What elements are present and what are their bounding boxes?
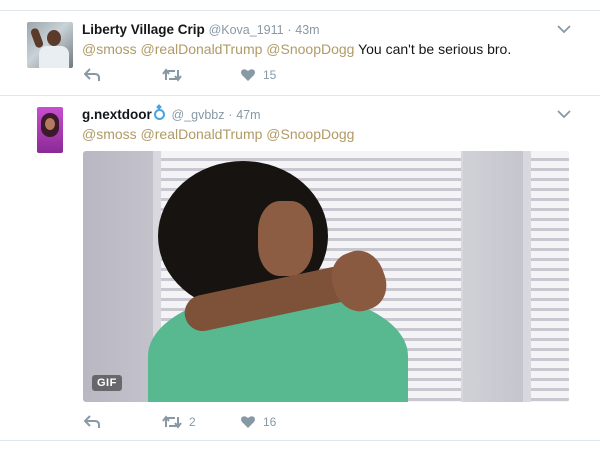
gif-media[interactable]: GIF (83, 151, 569, 402)
retweet-button[interactable]: 2 (162, 415, 196, 429)
user-handle[interactable]: @_gvbbz (172, 108, 225, 122)
action-bar: 2 16 (84, 415, 384, 431)
gif-badge: GIF (92, 375, 122, 391)
retweet-count: 2 (189, 415, 196, 429)
person-face (258, 201, 313, 276)
like-icon (240, 415, 256, 429)
display-name[interactable]: g.nextdoor (82, 107, 152, 122)
tweet-2[interactable]: g.nextdoor @_gvbbz · 47m @smoss @realDon… (0, 0, 600, 440)
bottom-divider (0, 440, 600, 441)
like-button[interactable]: 16 (240, 415, 276, 429)
like-count: 16 (263, 415, 277, 429)
timestamp[interactable]: 47m (236, 108, 260, 122)
separator-dot: · (228, 108, 233, 122)
reply-button[interactable] (84, 415, 100, 429)
window-blind (531, 151, 569, 402)
mention-links[interactable]: @smoss @realDonaldTrump @SnoopDogg (82, 126, 354, 142)
verified-ring-icon (153, 109, 165, 120)
retweet-icon (162, 415, 182, 429)
avatar[interactable] (37, 107, 63, 153)
tweet-header: g.nextdoor @_gvbbz · 47m (82, 107, 261, 122)
reply-icon (84, 415, 100, 429)
tweet-text: @smoss @realDonaldTrump @SnoopDogg (82, 126, 354, 142)
chevron-down-icon[interactable] (557, 109, 571, 119)
